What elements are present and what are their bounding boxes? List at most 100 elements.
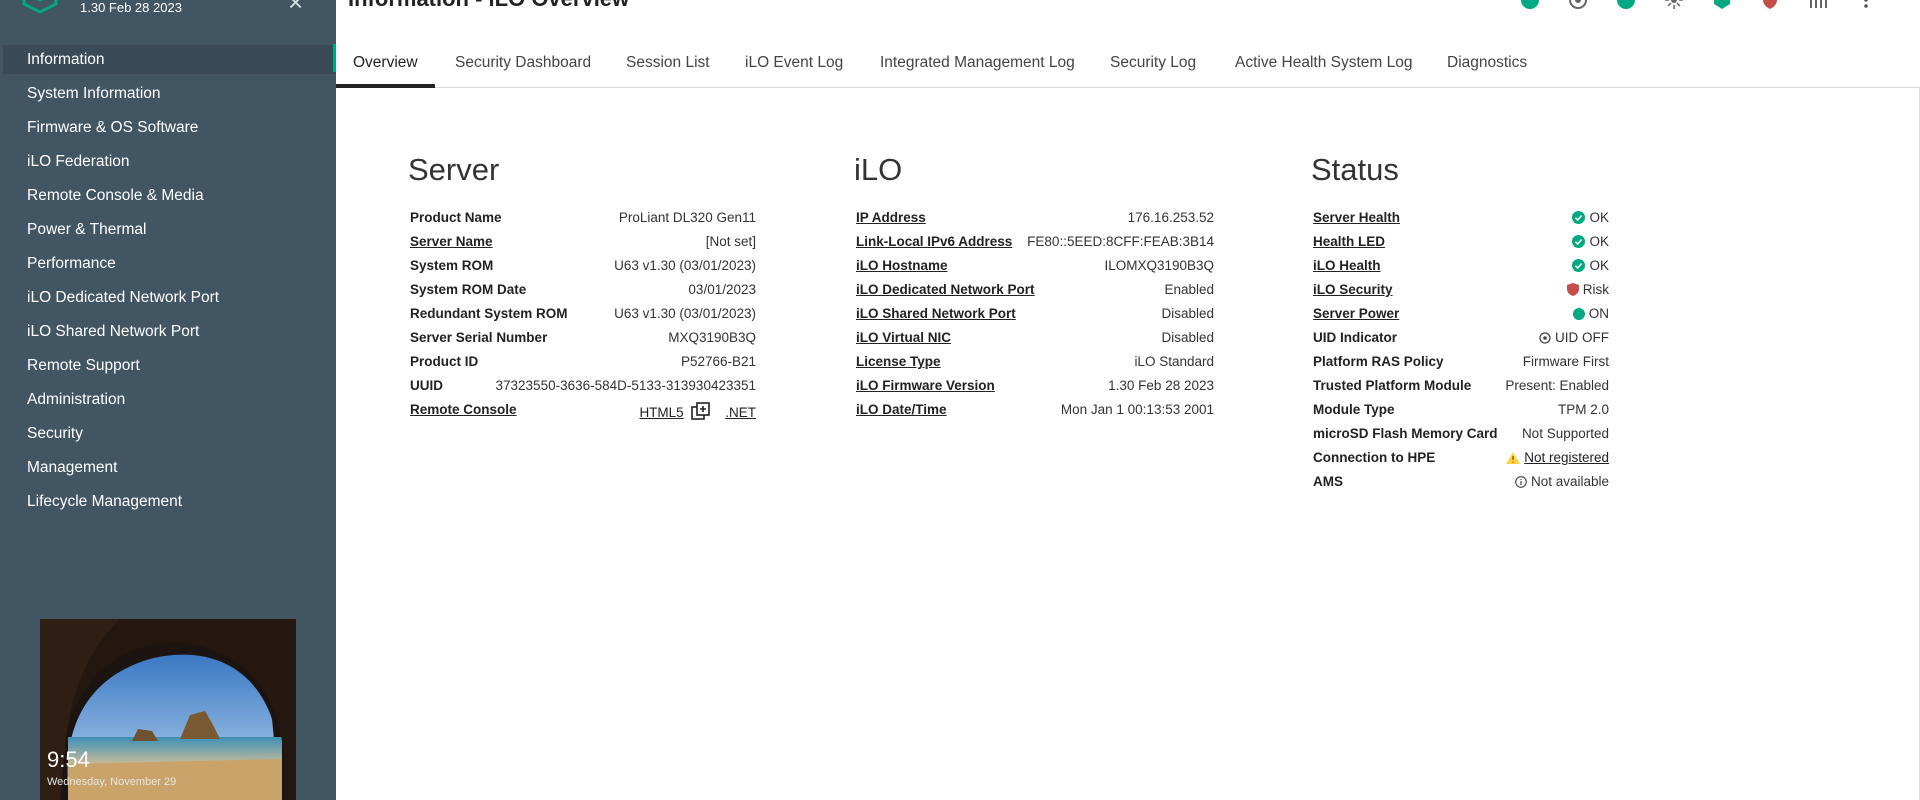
tab-overview[interactable]: Overview xyxy=(336,44,435,88)
ilo-date-time-value: Mon Jan 1 00:13:53 2001 xyxy=(1060,402,1214,417)
system-rom-date-label: System ROM Date xyxy=(410,282,527,297)
remote-console-launchers: HTML5 .NET xyxy=(639,402,756,420)
not-registered-link[interactable]: Not registered xyxy=(1524,450,1609,465)
server-serial-number-label: Server Serial Number xyxy=(410,330,548,345)
server-row-system-rom-date: System ROM Date 03/01/2023 xyxy=(408,279,756,303)
trusted-platform-module-label: Trusted Platform Module xyxy=(1313,378,1472,393)
sidebar-item-lifecycle-management[interactable]: Lifecycle Management xyxy=(0,487,336,521)
ilo-virtual-nic-link[interactable]: iLO Virtual NIC xyxy=(856,330,951,345)
status-row-ilo-security: iLO Security Risk xyxy=(1311,279,1609,303)
ilo-dedicated-network-port-value: Enabled xyxy=(1164,282,1214,297)
sidebar-item-performance[interactable]: Performance xyxy=(0,249,336,283)
sidebar-item-firmware-os-software[interactable]: Firmware & OS Software xyxy=(0,113,336,147)
uid-icon[interactable] xyxy=(1664,0,1684,10)
product-id-label: Product ID xyxy=(410,354,479,369)
remote-console-link[interactable]: Remote Console xyxy=(410,402,517,417)
server-row-uuid: UUID 37323550-3636-584D-5133-31393042335… xyxy=(408,375,756,399)
ilo-virtual-nic-value: Disabled xyxy=(1161,330,1214,345)
product-name-label: Product Name xyxy=(410,210,502,225)
ilo-firmware-version-link[interactable]: iLO Firmware Version xyxy=(856,378,995,393)
server-name-link[interactable]: Server Name xyxy=(410,234,493,249)
ilo-health-status: OK xyxy=(1572,258,1609,273)
server-row-redundant-system-rom: Redundant System ROM U63 v1.30 (03/01/20… xyxy=(408,303,756,327)
dotnet-console-link[interactable]: .NET xyxy=(725,405,756,420)
sidebar-item-ilo-dedicated-network-port[interactable]: iLO Dedicated Network Port xyxy=(0,283,336,317)
ok-check-icon xyxy=(1572,259,1586,272)
sidebar-item-security[interactable]: Security xyxy=(0,419,336,453)
ilo-security-value: Risk xyxy=(1582,282,1609,297)
uuid-value: 37323550-3636-584D-5133-313930423351 xyxy=(495,378,756,393)
ilo-hostname-link[interactable]: iLO Hostname xyxy=(856,258,948,273)
ilo-dedicated-network-port-link[interactable]: iLO Dedicated Network Port xyxy=(856,282,1035,297)
platform-ras-policy-value: Firmware First xyxy=(1522,354,1609,369)
sidebar-item-information[interactable]: Information xyxy=(3,45,336,74)
tab-integrated-management-log[interactable]: Integrated Management Log xyxy=(880,44,1075,88)
status-row-uid-indicator: UID Indicator UID OFF xyxy=(1311,327,1609,351)
health-led-value: OK xyxy=(1589,234,1609,249)
redundant-system-rom-label: Redundant System ROM xyxy=(410,306,568,321)
tab-diagnostics[interactable]: Diagnostics xyxy=(1447,44,1527,88)
sidebar-item-power-thermal[interactable]: Power & Thermal xyxy=(0,215,336,249)
status-panel: Status Server Health OK Health LED OK iL… xyxy=(1311,152,1609,495)
info-icon xyxy=(1515,476,1527,488)
sidebar: 1.30 Feb 28 2023 × Information System In… xyxy=(0,0,336,800)
ilo-health-link[interactable]: iLO Health xyxy=(1313,258,1381,273)
server-row-remote-console: Remote Console HTML5 .NET xyxy=(408,399,756,423)
connection-to-hpe-label: Connection to HPE xyxy=(1313,450,1436,465)
ams-value: Not available xyxy=(1530,474,1609,489)
close-sidebar-icon[interactable]: × xyxy=(288,0,312,16)
power-chart-icon[interactable] xyxy=(1808,0,1828,10)
tab-active-health-system-log[interactable]: Active Health System Log xyxy=(1235,44,1412,88)
page-title: Information - iLO Overview xyxy=(348,0,629,12)
sidebar-item-management[interactable]: Management xyxy=(0,453,336,487)
health-led-link[interactable]: Health LED xyxy=(1313,234,1385,249)
status-row-server-health: Server Health OK xyxy=(1311,207,1609,231)
server-health-value: OK xyxy=(1589,210,1609,225)
ok-check-icon xyxy=(1572,235,1586,248)
ilo-shared-network-port-link[interactable]: iLO Shared Network Port xyxy=(856,306,1016,321)
product-id-value: P52766-B21 xyxy=(680,354,756,369)
risk-shield-icon xyxy=(1566,283,1579,296)
server-power-link[interactable]: Server Power xyxy=(1313,306,1399,321)
server-panel: Server Product Name ProLiant DL320 Gen11… xyxy=(408,152,756,423)
tab-security-log[interactable]: Security Log xyxy=(1110,44,1196,88)
hpe-logo-icon xyxy=(22,0,58,14)
system-rom-value: U63 v1.30 (03/01/2023) xyxy=(614,258,756,273)
tab-ilo-event-log[interactable]: iLO Event Log xyxy=(745,44,843,88)
security-shield-icon[interactable] xyxy=(1760,0,1780,10)
trusted-platform-module-value: Present: Enabled xyxy=(1505,378,1609,393)
more-options-icon[interactable] xyxy=(1856,0,1876,10)
sidebar-item-administration[interactable]: Administration xyxy=(0,385,336,419)
ilo-security-link[interactable]: iLO Security xyxy=(1313,282,1393,297)
sidebar-item-remote-support[interactable]: Remote Support xyxy=(0,351,336,385)
warning-icon xyxy=(1506,452,1521,464)
language-icon[interactable] xyxy=(1712,0,1732,10)
ilo-row-virtual-nic: iLO Virtual NIC Disabled xyxy=(854,327,1214,351)
server-row-system-rom: System ROM U63 v1.30 (03/01/2023) xyxy=(408,255,756,279)
server-health-link[interactable]: Server Health xyxy=(1313,210,1400,225)
status-row-trusted-platform-module: Trusted Platform Module Present: Enabled xyxy=(1311,375,1609,399)
remote-console-thumbnail[interactable]: 9:54 Wednesday, November 29 xyxy=(40,619,296,800)
open-new-window-icon[interactable] xyxy=(691,402,711,420)
html5-console-link[interactable]: HTML5 xyxy=(639,405,683,420)
sidebar-item-system-information[interactable]: System Information xyxy=(0,79,336,113)
health-ok-icon[interactable] xyxy=(1520,0,1540,10)
license-type-link[interactable]: License Type xyxy=(856,354,941,369)
ilo-date-time-link[interactable]: iLO Date/Time xyxy=(856,402,947,417)
status-ok-icon[interactable] xyxy=(1616,0,1636,10)
status-heading: Status xyxy=(1311,152,1399,187)
tab-security-dashboard[interactable]: Security Dashboard xyxy=(455,44,591,88)
ilo-row-firmware-version: iLO Firmware Version 1.30 Feb 28 2023 xyxy=(854,375,1214,399)
link-local-ipv6-link[interactable]: Link-Local IPv6 Address xyxy=(856,234,1012,249)
ilo-row-hostname: iLO Hostname ILOMXQ3190B3Q xyxy=(854,255,1214,279)
settings-badge-icon[interactable] xyxy=(1568,0,1588,10)
health-led-status: OK xyxy=(1572,234,1609,249)
sidebar-item-ilo-federation[interactable]: iLO Federation xyxy=(0,147,336,181)
sidebar-item-remote-console-media[interactable]: Remote Console & Media xyxy=(0,181,336,215)
server-heading: Server xyxy=(408,152,500,187)
ilo-row-ipv6-address: Link-Local IPv6 Address FE80::5EED:8CFF:… xyxy=(854,231,1214,255)
sidebar-item-ilo-shared-network-port[interactable]: iLO Shared Network Port xyxy=(0,317,336,351)
uuid-label: UUID xyxy=(410,378,443,393)
ip-address-link[interactable]: IP Address xyxy=(856,210,926,225)
tab-session-list[interactable]: Session List xyxy=(626,44,710,88)
